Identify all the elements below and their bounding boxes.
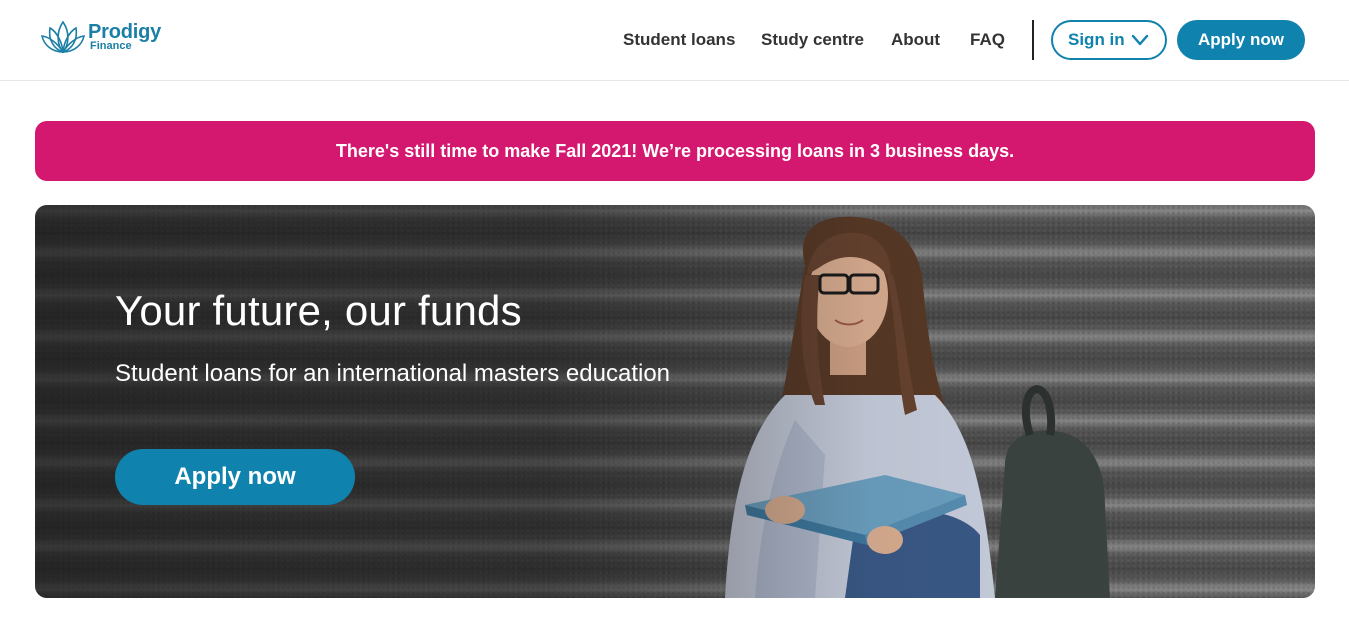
hero-apply-button[interactable]: Apply now [115, 449, 355, 505]
chevron-down-icon [1131, 34, 1149, 46]
nav-about[interactable]: About [891, 30, 940, 50]
logo-text: Prodigy Finance [88, 22, 161, 52]
hero-section: Your future, our funds Student loans for… [35, 205, 1315, 598]
hero-title: Your future, our funds [115, 287, 522, 334]
sign-in-button[interactable]: Sign in [1051, 20, 1167, 60]
header-apply-button[interactable]: Apply now [1177, 20, 1305, 60]
nav-student-loans[interactable]: Student loans [623, 30, 735, 50]
nav-divider [1032, 20, 1034, 60]
site-header: Prodigy Finance Student loans Study cent… [0, 0, 1349, 81]
sign-in-label: Sign in [1068, 30, 1125, 49]
prodigy-finance-logo[interactable]: Prodigy Finance [40, 18, 161, 56]
hero-subtitle: Student loans for an international maste… [115, 360, 671, 387]
promo-banner: There's still time to make Fall 2021! We… [35, 121, 1315, 181]
logo-name: Prodigy [88, 21, 162, 43]
promo-banner-text: There's still time to make Fall 2021! We… [335, 140, 1015, 161]
nav-faq[interactable]: FAQ [970, 30, 1005, 50]
hero-overlay [35, 205, 1315, 598]
lotus-logo-icon [40, 20, 86, 54]
nav-study-centre[interactable]: Study centre [761, 30, 864, 50]
